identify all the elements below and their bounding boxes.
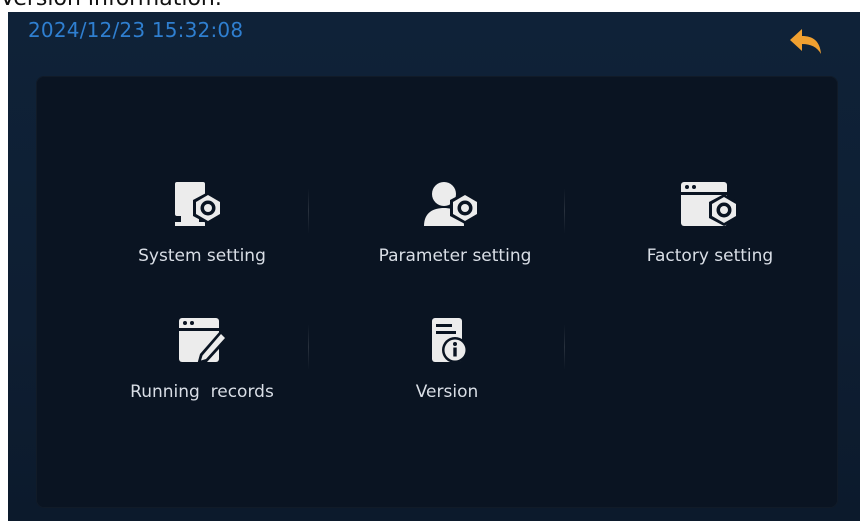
version-label: Version bbox=[415, 382, 479, 402]
system-setting-icon bbox=[175, 182, 223, 226]
caption-strip: Version information. bbox=[0, 0, 860, 12]
hmi-screen: 2024/12/23 15:32:08 System setting Param… bbox=[8, 12, 860, 521]
system-setting-label: System setting bbox=[138, 246, 266, 266]
running-records-button[interactable]: Running records bbox=[102, 316, 302, 426]
datetime-display: 2024/12/23 15:32:08 bbox=[28, 18, 244, 42]
running-records-label: Running records bbox=[130, 382, 274, 402]
back-button[interactable] bbox=[786, 26, 826, 62]
page-caption: Version information. bbox=[0, 0, 222, 11]
system-setting-button[interactable]: System setting bbox=[102, 180, 302, 290]
divider bbox=[308, 324, 309, 370]
parameter-setting-label: Parameter setting bbox=[378, 246, 532, 266]
divider bbox=[308, 188, 309, 234]
divider bbox=[564, 188, 565, 234]
factory-setting-label: Factory setting bbox=[646, 246, 774, 266]
parameter-setting-button[interactable]: Parameter setting bbox=[355, 180, 555, 290]
divider bbox=[564, 324, 565, 370]
parameter-setting-icon bbox=[424, 182, 480, 226]
version-button[interactable]: Version bbox=[347, 316, 547, 426]
settings-panel: System setting Parameter setting Factory… bbox=[36, 76, 838, 508]
back-arrow-icon bbox=[790, 29, 821, 54]
factory-setting-button[interactable]: Factory setting bbox=[610, 180, 810, 290]
factory-setting-icon bbox=[681, 182, 739, 226]
running-records-icon bbox=[179, 318, 229, 365]
version-icon bbox=[432, 318, 468, 363]
